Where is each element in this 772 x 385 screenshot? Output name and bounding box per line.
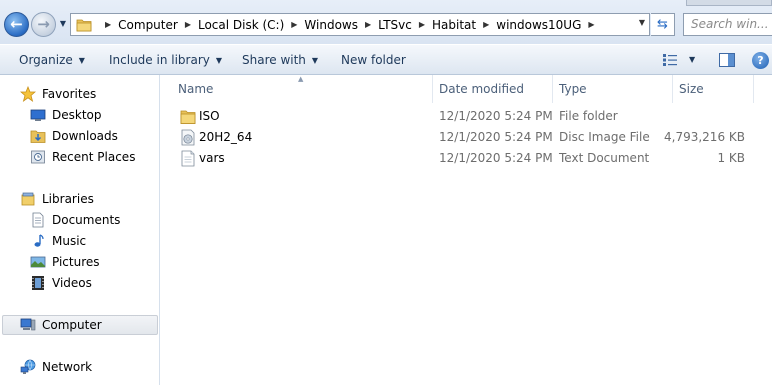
help-icon[interactable]: ? [752, 52, 769, 69]
view-options-dropdown[interactable]: ▼ [689, 55, 695, 64]
file-date-modified: 12/1/2020 5:24 PM [439, 130, 553, 144]
text-document-icon [181, 150, 195, 167]
forward-button[interactable]: → [31, 12, 56, 37]
breadcrumb-separator[interactable]: ▶ [365, 20, 371, 29]
nav-music-label: Music [52, 234, 87, 248]
address-history-dropdown[interactable]: ▼ [639, 18, 645, 27]
column-divider[interactable] [753, 75, 754, 103]
address-bar[interactable]: ▶ Computer ▶ Local Disk (C:) ▶ Windows ▶… [70, 13, 650, 36]
folder-icon [76, 19, 92, 31]
back-button[interactable]: ← [4, 12, 29, 37]
refresh-button[interactable]: ⇆ [651, 13, 675, 36]
nav-computer[interactable]: Computer [2, 315, 158, 335]
organize-button[interactable]: Organize ▼ [19, 53, 85, 67]
nav-downloads[interactable]: Downloads [30, 126, 118, 146]
table-row[interactable]: ISO 12/1/2020 5:24 PM File folder [161, 106, 772, 127]
nav-videos[interactable]: Videos [30, 273, 92, 293]
breadcrumb-computer[interactable]: Computer [118, 18, 178, 32]
network-icon [20, 359, 36, 374]
file-name: 20H2_64 [199, 130, 253, 144]
chevron-down-icon: ▼ [311, 56, 319, 65]
recent-pages-dropdown[interactable]: ▼ [58, 19, 68, 29]
breadcrumb-habitat[interactable]: Habitat [432, 18, 476, 32]
nav-videos-label: Videos [52, 276, 92, 290]
file-type: Disc Image File [559, 130, 650, 144]
breadcrumb-windows10ug[interactable]: windows10UG [496, 18, 581, 32]
breadcrumb-separator[interactable]: ▶ [483, 20, 489, 29]
folder-icon [180, 110, 196, 124]
navigation-pane: Favorites Desktop Downloads Recent Place… [0, 75, 160, 385]
file-type: Text Document [559, 151, 650, 165]
include-in-library-label: Include in library [109, 53, 210, 67]
file-name: vars [199, 151, 225, 165]
search-input[interactable]: Search win... [683, 13, 772, 36]
preview-pane-icon[interactable] [719, 53, 735, 67]
breadcrumb-local-disk[interactable]: Local Disk (C:) [198, 18, 284, 32]
pictures-icon [30, 256, 46, 268]
nav-network[interactable]: Network [20, 357, 92, 377]
window-caption-buttons[interactable] [686, 0, 772, 6]
file-size: 4,793,216 KB [664, 130, 745, 144]
breadcrumb-separator[interactable]: ▶ [419, 20, 425, 29]
column-divider[interactable] [672, 75, 673, 103]
breadcrumb-windows[interactable]: Windows [304, 18, 358, 32]
new-folder-button[interactable]: New folder [341, 53, 406, 67]
change-view-icon[interactable] [663, 54, 677, 66]
file-date-modified: 12/1/2020 5:24 PM [439, 109, 553, 123]
nav-favorites[interactable]: Favorites [20, 84, 96, 104]
command-bar: Organize ▼ Include in library ▼ Share with… [0, 44, 772, 75]
nav-documents-label: Documents [52, 213, 121, 227]
disc-image-icon [181, 129, 195, 146]
nav-libraries[interactable]: Libraries [20, 189, 94, 209]
nav-computer-label: Computer [42, 318, 102, 332]
column-header-type[interactable]: Type [559, 81, 587, 105]
videos-icon [32, 276, 44, 290]
nav-music[interactable]: Music [30, 231, 86, 251]
nav-desktop-label: Desktop [52, 108, 102, 122]
computer-icon [20, 318, 36, 331]
nav-recent-places-label: Recent Places [52, 150, 136, 164]
nav-recent-places[interactable]: Recent Places [30, 147, 135, 167]
breadcrumb-separator[interactable]: ▶ [105, 20, 111, 29]
address-row: ← → ▼ ▶ Computer ▶ Local Disk (C:) ▶ Win… [0, 0, 772, 44]
share-with-label: Share with [242, 53, 306, 67]
breadcrumb-separator[interactable]: ▶ [185, 20, 191, 29]
file-list: Name ▲ Date modified Type Size ISO 12/1/… [161, 75, 772, 385]
breadcrumb-separator[interactable]: ▶ [588, 20, 594, 29]
breadcrumb-ltsvc[interactable]: LTSvc [378, 18, 412, 32]
nav-pictures-label: Pictures [52, 255, 100, 269]
nav-favorites-label: Favorites [42, 87, 97, 101]
file-name: ISO [199, 109, 220, 123]
libraries-icon [21, 192, 35, 206]
recent-places-icon [31, 150, 45, 164]
column-divider[interactable] [552, 75, 553, 103]
column-header-name[interactable]: Name [178, 81, 213, 105]
chevron-down-icon: ▼ [78, 56, 85, 65]
file-size: 1 KB [717, 151, 745, 165]
table-row[interactable]: 20H2_64 12/1/2020 5:24 PM Disc Image Fil… [161, 127, 772, 148]
nav-desktop[interactable]: Desktop [30, 105, 102, 125]
column-divider[interactable] [432, 75, 433, 103]
documents-icon [32, 212, 44, 228]
star-icon [20, 86, 36, 102]
file-type: File folder [559, 109, 618, 123]
include-in-library-button[interactable]: Include in library ▼ [109, 53, 222, 67]
column-header-date-modified[interactable]: Date modified [439, 81, 524, 105]
chevron-down-icon: ▼ [215, 56, 223, 65]
column-header-size[interactable]: Size [679, 81, 704, 105]
downloads-icon [30, 130, 46, 143]
nav-downloads-label: Downloads [52, 129, 118, 143]
nav-network-label: Network [42, 360, 93, 374]
breadcrumb-separator[interactable]: ▶ [291, 20, 297, 29]
nav-libraries-label: Libraries [42, 192, 94, 206]
sort-ascending-icon: ▲ [298, 75, 304, 83]
file-date-modified: 12/1/2020 5:24 PM [439, 151, 553, 165]
table-row[interactable]: vars 12/1/2020 5:24 PM Text Document 1 K… [161, 148, 772, 169]
desktop-icon [30, 109, 46, 121]
nav-pictures[interactable]: Pictures [30, 252, 100, 272]
nav-documents[interactable]: Documents [30, 210, 120, 230]
share-with-button[interactable]: Share with ▼ [242, 53, 318, 67]
organize-label: Organize [19, 53, 73, 67]
music-icon [34, 234, 44, 247]
